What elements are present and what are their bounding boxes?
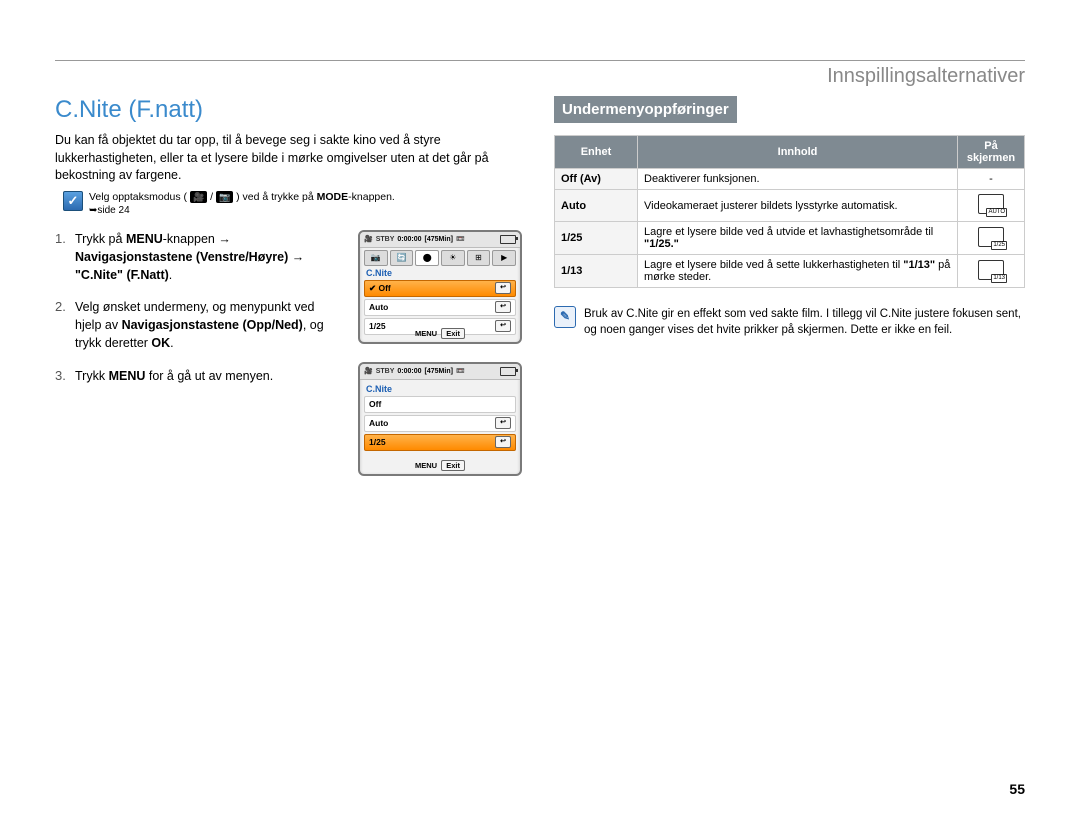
th-unit: Enhet [555, 136, 638, 169]
menu-item: Auto↩ [364, 299, 516, 316]
row-unit: 1/25 [555, 222, 638, 255]
menu-item: 1/25↩ [364, 434, 516, 451]
row-content: Deaktiverer funksjonen. [638, 169, 958, 190]
row-unit: Auto [555, 190, 638, 222]
page-number: 55 [1009, 781, 1025, 797]
row-unit: 1/13 [555, 255, 638, 288]
row-content: Lagre et lysere bilde ved å sette lukker… [638, 255, 958, 288]
row-icon [958, 190, 1025, 222]
step-3: Trykk MENU for å gå ut av menyen. [55, 367, 344, 385]
photo-icon: 📷 [216, 191, 233, 203]
note-icon: ✎ [554, 306, 576, 328]
menu-title: C.Nite [360, 384, 520, 396]
lcd-screenshot-1: 🎥 STBY 0:00:00 [475Min] 📼 📷 🔄 ⬤ ☀ [358, 230, 522, 344]
menu-item: Off [364, 396, 516, 413]
submenu-header: Undermenyoppføringer [554, 96, 737, 123]
section-title: C.Nite (F.natt) [55, 96, 526, 124]
spec-table: Enhet Innhold På skjermen Off (Av) Deakt… [554, 135, 1025, 288]
tab-icon: 🔄 [390, 250, 414, 266]
step-1: Trykk på MENU-knappen → Navigasjonstaste… [55, 230, 344, 284]
menu-title: C.Nite [360, 268, 520, 280]
row-icon: - [958, 169, 1025, 190]
row-icon [958, 222, 1025, 255]
check-icon: ✓ [63, 191, 83, 211]
step-2: Velg ønsket undermeny, og menypunkt ved … [55, 298, 344, 352]
th-onscreen: På skjermen [958, 136, 1025, 169]
tab-icon: ▶ [492, 250, 516, 266]
th-content: Innhold [638, 136, 958, 169]
tab-icon: ⊞ [467, 250, 491, 266]
row-icon [958, 255, 1025, 288]
row-content: Lagre et lysere bilde ved å utvide et la… [638, 222, 958, 255]
note-text: Bruk av C.Nite gir en effekt som ved sak… [584, 306, 1025, 338]
mode-note: Velg opptaksmodus ( 🎥 / 📷 ) ved å trykke… [89, 191, 395, 218]
page-header: Innspillingsalternativer [55, 65, 1025, 90]
intro-paragraph: Du kan få objektet du tar opp, til å bev… [55, 132, 526, 185]
tab-icon: ☀ [441, 250, 465, 266]
tab-icon: ⬤ [415, 250, 439, 266]
menu-item: ✔ Off↩ [364, 280, 516, 297]
row-unit: Off (Av) [555, 169, 638, 190]
row-content: Videokameraet justerer bildets lysstyrke… [638, 190, 958, 222]
battery-icon [500, 235, 516, 244]
page-ref: ➥side 24 [89, 205, 130, 216]
menu-item: Auto↩ [364, 415, 516, 432]
tab-icon: 📷 [364, 250, 388, 266]
lcd-screenshot-2: 🎥 STBY 0:00:00 [475Min] 📼 C.Nite Off Aut… [358, 362, 522, 476]
battery-icon [500, 367, 516, 376]
video-icon: 🎥 [190, 191, 207, 203]
